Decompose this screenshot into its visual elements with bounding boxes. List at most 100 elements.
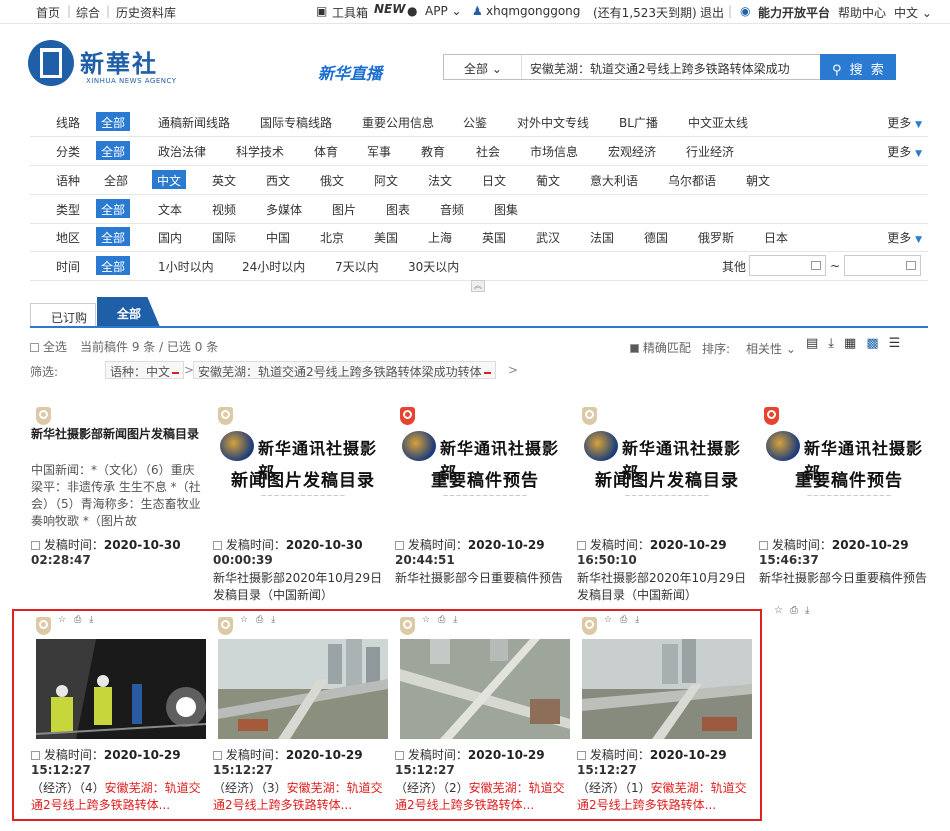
filter-option[interactable]: 国际 <box>212 229 236 246</box>
filter-option[interactable]: 公鉴 <box>463 114 487 131</box>
sort-select[interactable]: 相关性 ⌄ <box>746 340 796 357</box>
select-all[interactable]: 全选 <box>30 338 67 355</box>
language-menu[interactable]: 中文 ⌄ <box>894 4 932 21</box>
filter-option[interactable]: 乌尔都语 <box>668 172 716 189</box>
filter-option[interactable]: 行业经济 <box>686 143 734 160</box>
photo-thumbnail[interactable] <box>400 639 570 739</box>
filter-option[interactable]: 图集 <box>494 201 518 218</box>
search-button[interactable]: ⚲ 搜 索 <box>820 54 896 80</box>
filter-option[interactable]: 图表 <box>386 201 410 218</box>
download-icon[interactable]: ⤓ <box>828 336 844 351</box>
filter-selected[interactable]: 中文 <box>152 170 187 189</box>
print-icon[interactable]: ⎙ <box>790 605 805 616</box>
collapse-icon[interactable]: ︽ <box>471 280 485 292</box>
filter-selected[interactable]: 全部 <box>96 112 131 131</box>
filter-selected[interactable]: 全部 <box>96 256 131 275</box>
filter-option[interactable]: 社会 <box>476 143 500 160</box>
result-card[interactable]: 新华通讯社摄影部 重要稿件预告 — — — — — — — — — — — — … <box>392 402 576 602</box>
filter-option[interactable]: 意大利语 <box>590 172 638 189</box>
filter-option[interactable]: BL广播 <box>619 114 658 131</box>
search-scope-select[interactable]: 全部 ⌄ <box>444 55 522 79</box>
filter-option[interactable]: 图片 <box>332 201 356 218</box>
filter-option[interactable]: 阿文 <box>374 172 398 189</box>
result-card[interactable]: ☆⎙⤓ 发稿时间：2020-10-29 15:12:27 （经济）（1）安徽芜湖… <box>574 612 758 812</box>
filter-option[interactable]: 军事 <box>367 143 391 160</box>
filter-option[interactable]: 美国 <box>374 229 398 246</box>
xinhua-logo-icon[interactable] <box>28 40 74 86</box>
result-card[interactable]: 新华通讯社摄影部 新闻图片发稿目录 — — — — — — — — — — — … <box>574 402 758 602</box>
filter-option[interactable]: 中文亚太线 <box>688 114 748 131</box>
filter-option[interactable]: 科学技术 <box>236 143 284 160</box>
filter-option[interactable]: 德国 <box>644 229 668 246</box>
more-button[interactable]: 更多 ▼ <box>887 229 922 246</box>
more-button[interactable]: 更多 ▼ <box>887 143 922 160</box>
filter-option[interactable]: 24小时以内 <box>242 258 305 275</box>
filter-option[interactable]: 音频 <box>440 201 464 218</box>
card-title[interactable]: 新华社摄影部2020年10月29日发稿目录（中国新闻） <box>213 570 393 604</box>
tab-subscribed[interactable]: 已订购 <box>30 303 96 327</box>
filter-option[interactable]: 俄文 <box>320 172 344 189</box>
logout-link[interactable]: 退出 <box>700 4 724 21</box>
filter-tag-lang[interactable]: 语种：中文 <box>105 361 185 379</box>
result-card[interactable]: ☆⎙⤓ 发稿时间：2020-10-29 15:12:27 （经济）（3）安徽芜湖… <box>210 612 394 812</box>
filter-option[interactable]: 朝文 <box>746 172 770 189</box>
open-platform-link[interactable]: 能力开放平台 <box>758 4 830 21</box>
filter-option[interactable]: 日本 <box>764 229 788 246</box>
filter-option[interactable]: 文本 <box>158 201 182 218</box>
result-card[interactable]: 新华通讯社摄影部 重要稿件预告 — — — — — — — — — — — — … <box>756 402 940 616</box>
card-title[interactable]: （经济）（1）安徽芜湖：轨道交通2号线上跨多铁路转体... <box>577 780 757 814</box>
home-link[interactable]: 首页 <box>36 4 60 21</box>
toolbox-link[interactable]: 工具箱 <box>332 4 368 21</box>
filter-tag-keyword[interactable]: 安徽芜湖：轨道交通2号线上跨多铁路转体梁成功转体 <box>193 361 496 379</box>
result-card[interactable]: 新华社摄影部新闻图片发稿目录 中国新闻：*（文化）（6）重庆梁平：非遗传承 生生… <box>28 402 212 592</box>
date-to-input[interactable] <box>844 255 921 276</box>
filter-option[interactable]: 法国 <box>590 229 614 246</box>
filter-option[interactable]: 葡文 <box>536 172 560 189</box>
filter-option[interactable]: 中国 <box>266 229 290 246</box>
card-title[interactable]: （经济）（2）安徽芜湖：轨道交通2号线上跨多铁路转体... <box>395 780 575 814</box>
filter-option[interactable]: 对外中文专线 <box>517 114 589 131</box>
filter-option[interactable]: 政治法律 <box>158 143 206 160</box>
filter-option[interactable]: 1小时以内 <box>158 258 214 275</box>
filter-option[interactable]: 日文 <box>482 172 506 189</box>
exact-match-checkbox[interactable]: 精确匹配 <box>630 339 691 356</box>
grid-view-icon[interactable]: ▩ <box>866 336 888 351</box>
card-title[interactable]: 新华社摄影部2020年10月29日发稿目录（中国新闻） <box>577 570 757 604</box>
card-title[interactable]: （经济）（3）安徽芜湖：轨道交通2号线上跨多铁路转体... <box>213 780 393 814</box>
filter-option[interactable]: 武汉 <box>536 229 560 246</box>
filter-option[interactable]: 7天以内 <box>335 258 379 275</box>
filter-option[interactable]: 法文 <box>428 172 452 189</box>
filter-option[interactable]: 多媒体 <box>266 201 302 218</box>
card-title[interactable]: （经济）（4）安徽芜湖：轨道交通2号线上跨多铁路转体... <box>31 780 211 814</box>
photo-thumbnail[interactable] <box>582 639 752 739</box>
card-title[interactable]: 新华社摄影部今日重要稿件预告 <box>395 570 575 587</box>
filter-option[interactable]: 国际专稿线路 <box>260 114 332 131</box>
poster-thumbnail[interactable]: 新华通讯社摄影部 重要稿件预告 — — — — — — — — — — — — … <box>764 429 934 529</box>
live-link[interactable]: 新华直播 <box>318 60 382 84</box>
filter-option[interactable]: 西文 <box>266 172 290 189</box>
filter-option[interactable]: 30天以内 <box>408 258 459 275</box>
poster-thumbnail[interactable]: 新华通讯社摄影部 重要稿件预告 — — — — — — — — — — — — … <box>400 429 570 529</box>
filter-selected[interactable]: 全部 <box>96 227 131 246</box>
filter-option[interactable]: 俄罗斯 <box>698 229 734 246</box>
filter-option[interactable]: 北京 <box>320 229 344 246</box>
detail-view-icon[interactable]: ☰ <box>889 336 911 351</box>
filter-option[interactable]: 英国 <box>482 229 506 246</box>
more-button[interactable]: 更多 ▼ <box>887 114 922 131</box>
filter-option[interactable]: 体育 <box>314 143 338 160</box>
search-input[interactable]: 安徽芜湖：轨道交通2号线上跨多铁路转体梁成功 <box>530 60 820 77</box>
history-link[interactable]: 历史资料库 <box>116 4 176 21</box>
filter-option[interactable]: 宏观经济 <box>608 143 656 160</box>
filter-option[interactable]: 英文 <box>212 172 236 189</box>
star-icon[interactable]: ☆ <box>774 605 790 616</box>
card-title[interactable]: 新华社摄影部今日重要稿件预告 <box>759 570 939 587</box>
list-view-icon[interactable]: ▦ <box>844 336 866 351</box>
photo-thumbnail[interactable] <box>218 639 388 739</box>
poster-thumbnail[interactable]: 新华通讯社摄影部 新闻图片发稿目录 — — — — — — — — — — — … <box>582 429 752 529</box>
filter-option[interactable]: 国内 <box>158 229 182 246</box>
result-card[interactable]: ☆⎙⤓ 发稿时间：2020-10-29 15:12:27 （经济）（4）安徽芜湖… <box>28 612 212 812</box>
filter-option[interactable]: 市场信息 <box>530 143 578 160</box>
photo-thumbnail[interactable] <box>36 639 206 739</box>
app-menu[interactable]: APP ⌄ <box>425 4 462 18</box>
filter-option[interactable]: 上海 <box>428 229 452 246</box>
